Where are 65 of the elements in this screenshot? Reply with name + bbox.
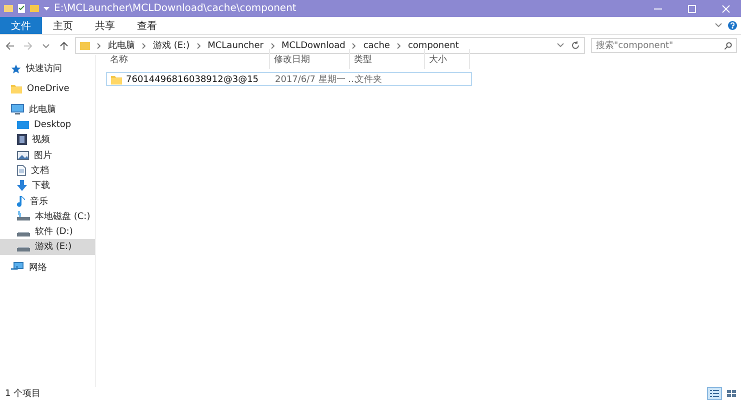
sidebar-item[interactable]: 网络 [0,260,95,275]
ribbon-tab[interactable]: 文件 [0,17,42,34]
sidebar-item[interactable]: OneDrive [0,81,95,97]
modified-date: 2017/6/7 星期一 ... [275,74,357,86]
film-icon [17,134,27,146]
sidebar-item[interactable]: 下载 [0,178,95,194]
column-header[interactable]: 名称 [106,49,270,69]
sidebar-item[interactable]: 此电脑 [0,102,95,117]
address-bar[interactable]: 此电脑 游戏 (E:) MCLauncher MCLDownload cache component [75,37,585,54]
column-header[interactable]: 类型 [350,49,425,69]
sidebar-item[interactable]: 游戏 (E:) [0,239,95,255]
sidebar-item[interactable]: 音乐 [0,193,95,209]
sidebar-item[interactable]: 文档 [0,162,95,178]
refresh-icon[interactable] [571,41,580,50]
search-field[interactable]: 搜索"component" [591,38,737,53]
properties-icon [17,4,26,13]
file-name: 76014496816038912@3@15 [126,74,259,84]
picture-icon [17,150,29,160]
sidebar-item[interactable]: Desktop [0,116,95,132]
sidebar-item[interactable]: 软件 (D:) [0,224,95,240]
download-icon [17,180,27,192]
sidebar-item[interactable]: 本地磁盘 (C:) [0,208,95,224]
column-header[interactable]: 修改日期 [270,49,350,69]
desktop-icon [17,120,29,130]
document-icon [17,164,26,176]
view-button[interactable] [724,387,739,400]
sidebar-item[interactable]: 视频 [0,132,95,148]
folder-icon [11,84,22,94]
chevron-right-icon [97,42,101,48]
search-icon [724,42,732,50]
music-note-icon [17,196,25,207]
caret-icon [43,6,50,11]
back-arrow-icon[interactable] [5,40,15,50]
new-folder-icon [30,4,39,13]
file-type: 文件夹 [355,74,382,86]
column-header[interactable]: 大小 [425,49,470,69]
chevron-right-icon [196,42,201,48]
status-text: 1 个项目 [5,388,41,400]
ribbon-tab[interactable]: 主页 [42,17,84,34]
folder-icon [80,41,90,50]
large-icons-view-icon [726,389,737,398]
file-row[interactable]: 76014496816038912@3@15 2017/6/7 星期一 ...文件夹 [106,72,472,86]
view-button[interactable] [707,387,722,400]
ribbon-tab[interactable]: 共享 [84,17,126,34]
window-title: E:\MCLauncher\MCLDownload\cache\component [54,3,298,14]
network-icon [11,262,24,272]
chevron-down-icon [557,43,564,48]
close-icon[interactable] [721,4,731,14]
chevron-down-icon[interactable] [715,23,722,28]
star-icon [11,64,21,74]
up-arrow-icon[interactable] [59,40,69,50]
ribbon-tab[interactable]: 查看 [126,17,168,34]
sidebar-item[interactable]: 快速访问 [0,61,95,76]
chevron-right-icon [352,42,356,48]
help-icon[interactable] [728,21,737,30]
chevron-right-icon [396,42,401,48]
maximize-icon[interactable] [687,4,697,14]
chevron-right-icon [270,42,274,48]
computer-icon [11,104,24,115]
folder-icon [111,74,122,84]
details-view-icon [709,389,720,398]
chevron-right-icon [142,42,146,48]
folder-icon [4,4,13,13]
sidebar-item[interactable]: 图片 [0,147,95,163]
drive-icon [17,211,30,222]
